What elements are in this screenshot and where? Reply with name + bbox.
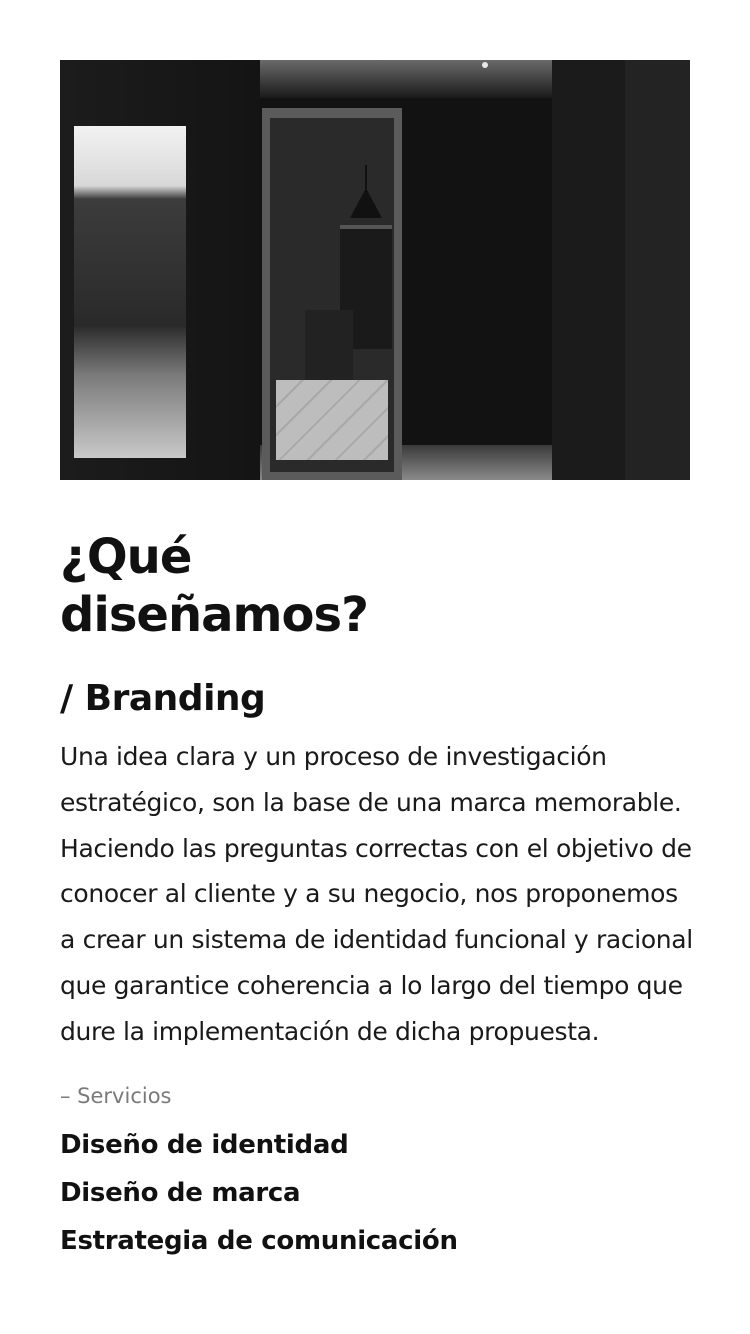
hero-photo <box>60 60 690 480</box>
photo-ceiling <box>260 60 552 98</box>
photo-ceiling-light <box>482 62 488 68</box>
section-description: Una idea clara y un proceso de investiga… <box>60 742 693 1046</box>
photo-lamp <box>350 188 382 218</box>
services-list: Diseño de identidad Diseño de marca Estr… <box>60 1121 690 1265</box>
photo-floor-tiles <box>276 380 388 460</box>
service-item: Diseño de identidad <box>60 1129 349 1160</box>
page-title: ¿Qué diseñamos? <box>60 529 369 643</box>
services-label: – Servicios <box>60 1083 172 1108</box>
photo-wall-right-edge <box>625 60 690 480</box>
service-item: Estrategia de comunicación <box>60 1225 458 1256</box>
photo-door-view <box>74 126 186 458</box>
service-item: Diseño de marca <box>60 1177 301 1208</box>
section-subtitle: / Branding <box>60 678 266 719</box>
page-content: ¿Qué diseñamos? / Branding Una idea clar… <box>60 60 693 1265</box>
photo-lamp-cord <box>365 165 367 189</box>
photo-table <box>305 310 353 380</box>
